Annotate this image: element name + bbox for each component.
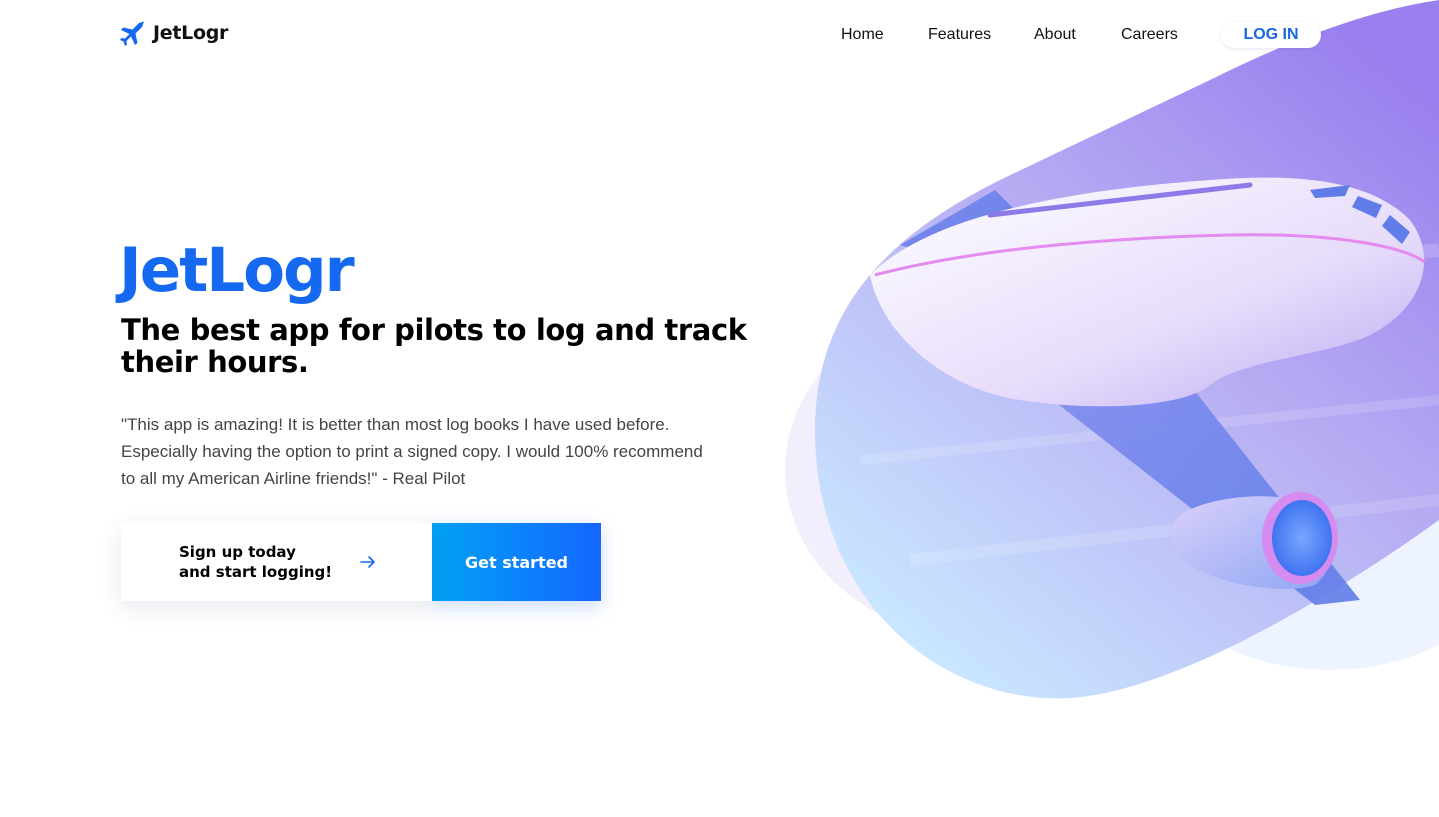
nav-features[interactable]: Features — [928, 26, 991, 44]
signup-line-2: and start logging! — [179, 563, 333, 581]
nav-careers[interactable]: Careers — [1121, 26, 1178, 44]
signup-card[interactable]: Sign up today and start logging! — [121, 523, 432, 601]
get-started-button[interactable]: Get started — [432, 523, 601, 601]
hero-subtitle: The best app for pilots to log and track… — [121, 313, 747, 379]
hero-title: JetLogr — [119, 235, 355, 306]
nav-home[interactable]: Home — [841, 26, 884, 44]
nav-about[interactable]: About — [1034, 26, 1076, 44]
arrow-right-icon — [360, 556, 375, 568]
signup-line-1: Sign up today — [179, 543, 296, 561]
login-button[interactable]: LOG IN — [1221, 22, 1321, 48]
signup-text: Sign up today and start logging! — [179, 542, 332, 582]
cta-group: Sign up today and start logging! Get sta… — [121, 523, 601, 601]
main-nav: Home Features About Careers LOG IN — [0, 22, 1439, 50]
testimonial-quote: "This app is amazing! It is better than … — [121, 415, 703, 488]
airplane-illustration — [785, 0, 1439, 699]
